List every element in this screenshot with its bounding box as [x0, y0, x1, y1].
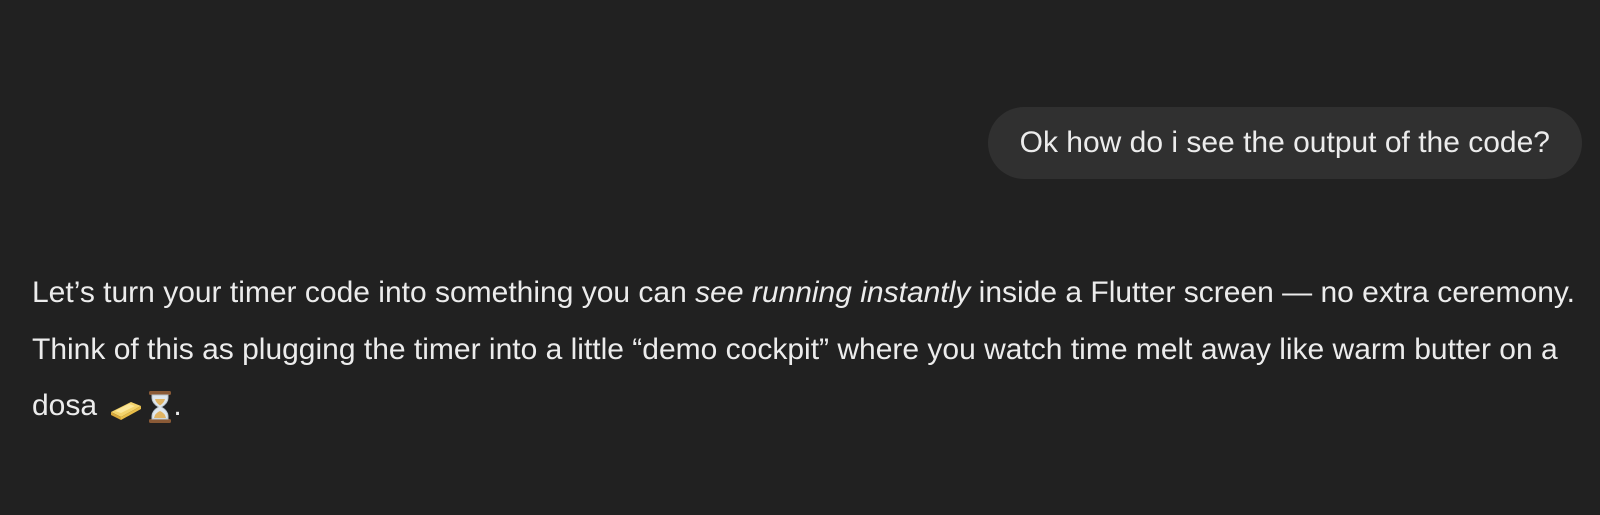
- assistant-text-intro: Let’s turn your timer code into somethin…: [32, 276, 696, 309]
- assistant-text-continuation: inside a Flutter screen — no extra cerem…: [970, 276, 1576, 309]
- hourglass-icon: [147, 390, 173, 424]
- assistant-paragraph-1: Let’s turn your timer code into somethin…: [32, 265, 1577, 322]
- assistant-text-emphasis: see running instantly: [695, 276, 971, 309]
- assistant-text-analogy: Think of this as plugging the timer into…: [32, 332, 1558, 423]
- user-message-text: Ok how do i see the output of the code?: [1019, 126, 1550, 159]
- assistant-text-period: .: [173, 389, 182, 422]
- user-message-row: Ok how do i see the output of the code?: [987, 107, 1582, 179]
- user-message-bubble: Ok how do i see the output of the code?: [987, 107, 1582, 179]
- assistant-paragraph-2: Think of this as plugging the timer into…: [32, 322, 1577, 435]
- chat-thread: Ok how do i see the output of the code? …: [0, 0, 1600, 515]
- assistant-message: Let’s turn your timer code into somethin…: [32, 265, 1577, 435]
- butter-icon: [109, 392, 143, 422]
